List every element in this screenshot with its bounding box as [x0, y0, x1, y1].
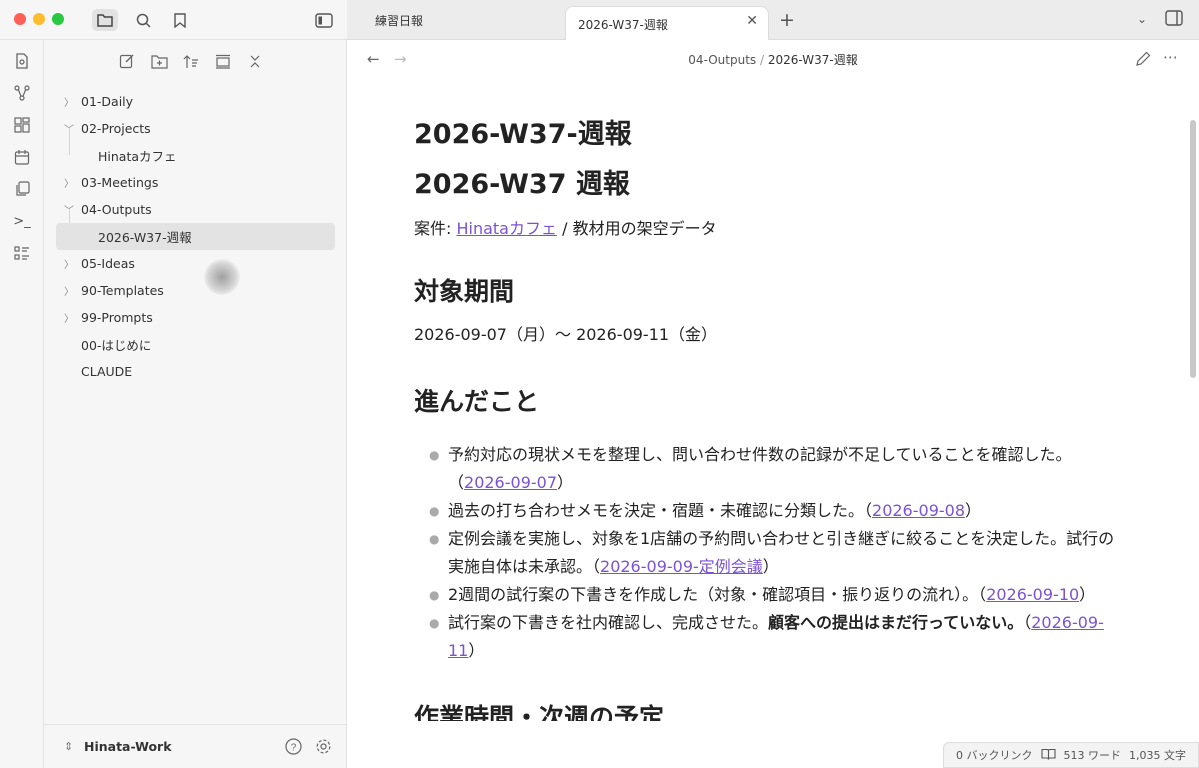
tab-bar: 練習日報 2026-W37-週報 ✕ + ⌄	[347, 0, 1199, 41]
chevron-right-icon: 〉	[64, 259, 74, 271]
heading-progress: 進んだこと	[414, 387, 540, 416]
folder-icon	[97, 14, 113, 27]
more-options-icon[interactable]: ⋯	[1163, 48, 1178, 66]
search-icon	[136, 13, 151, 28]
vault-switcher-icon[interactable]: ⇕	[64, 740, 73, 753]
list-item: ● 2週間の試行案の下書きを作成した（対象・確認項目・振り返りの流れ）。（2026…	[429, 585, 1096, 604]
date-link[interactable]: 2026-09-07	[464, 473, 557, 492]
titlebar	[0, 0, 347, 40]
tab-practice-daily[interactable]: 練習日報	[363, 0, 563, 40]
new-folder-icon[interactable]	[148, 50, 170, 72]
tree-folder-03-meetings[interactable]: 〉 03-Meetings	[44, 169, 347, 196]
project-line: 案件: Hinataカフェ / 教材用の架空データ	[414, 219, 717, 238]
list-item: ● 予約対応の現状メモを整理し、問い合わせ件数の記録が不足していることを確認した。…	[429, 445, 1072, 492]
terminal-icon[interactable]: >_	[12, 211, 32, 231]
files-view-button[interactable]	[92, 9, 118, 31]
editor-pane: ← → 04-Outputs / 2026-W37-週報 ⋯ 2026-W37-…	[347, 40, 1199, 768]
toggle-left-sidebar-button[interactable]	[311, 9, 337, 31]
edit-pencil-icon[interactable]	[1135, 51, 1151, 71]
file-explorer: 〉 01-Daily ﹀ 02-Projects Hinataカフェ 〉 03-Mee…	[44, 40, 347, 768]
word-count: 513 ワード	[1063, 749, 1122, 762]
bookmark-icon	[174, 12, 186, 28]
breadcrumb-folder[interactable]: 04-Outputs	[688, 53, 756, 67]
chevron-right-icon: 〉	[64, 97, 74, 109]
tab-label: 練習日報	[375, 13, 424, 28]
note-content: 2026-W37-週報 2026-W37 週報 案件: Hinataカフェ / …	[414, 110, 1124, 721]
tree-folder-90-templates[interactable]: 〉 90-Templates	[44, 277, 347, 304]
graph-view-icon[interactable]	[12, 83, 32, 103]
close-window-button[interactable]	[14, 13, 26, 25]
new-tab-button[interactable]: +	[779, 9, 795, 31]
tree-folder-01-daily[interactable]: 〉 01-Daily	[44, 88, 347, 115]
tree-file-2026-w37-weekly[interactable]: 2026-W37-週報	[56, 223, 335, 250]
heading-h1: 2026-W37 週報	[414, 169, 630, 200]
vault-name[interactable]: Hinata-Work	[84, 739, 172, 754]
backlinks-count[interactable]: 0 バックリンク	[956, 747, 1033, 763]
tree-folder-99-prompts[interactable]: 〉 99-Prompts	[44, 304, 347, 331]
mouse-cursor	[204, 259, 240, 295]
meeting-link[interactable]: 2026-09-09-定例会議	[600, 557, 763, 576]
date-link[interactable]: 2026-09-08	[872, 501, 965, 520]
period-text: 2026-09-07（月）〜 2026-09-11（金）	[414, 325, 718, 344]
project-link[interactable]: Hinataカフェ	[456, 219, 557, 238]
tree-file-hinata-cafe[interactable]: Hinataカフェ	[44, 142, 347, 169]
calendar-icon[interactable]	[12, 147, 32, 167]
collapse-all-icon[interactable]	[244, 50, 266, 72]
new-note-icon[interactable]	[116, 50, 138, 72]
tree-folder-05-ideas[interactable]: 〉 05-Ideas	[44, 250, 347, 277]
tree-file-00-hajimeni[interactable]: 00-はじめに	[44, 331, 347, 358]
heading-next-partial: 作業時間・次週の予定	[414, 703, 665, 721]
chevron-right-icon: 〉	[64, 313, 74, 325]
breadcrumb-separator: /	[756, 53, 768, 67]
settings-gear-icon[interactable]	[315, 738, 332, 759]
char-count: 1,035 文字	[1129, 749, 1186, 762]
tab-list-chevron-icon[interactable]: ⌄	[1137, 12, 1147, 26]
sidebar-toggle-icon	[315, 12, 333, 28]
chevron-down-icon: ﹀	[64, 124, 74, 136]
templates-icon[interactable]	[12, 179, 32, 199]
svg-text:?: ?	[291, 743, 297, 754]
tree-folder-04-outputs[interactable]: ﹀ 04-Outputs	[44, 196, 347, 223]
sidebar-toggle-icon	[1165, 10, 1183, 26]
chevron-right-icon: 〉	[64, 286, 74, 298]
list-item: ● 過去の打ち合わせメモを決定・宿題・未確認に分類した。（2026-09-08）	[429, 501, 982, 520]
zoom-window-button[interactable]	[52, 13, 64, 25]
canvas-icon[interactable]	[12, 115, 32, 135]
heading-period: 対象期間	[414, 277, 515, 306]
list-icon[interactable]	[12, 243, 32, 263]
chevron-down-icon: ﹀	[64, 205, 74, 217]
note-title[interactable]: 2026-W37-週報	[414, 110, 1124, 160]
chevron-right-icon: 〉	[64, 178, 74, 190]
sort-icon[interactable]	[180, 50, 202, 72]
close-tab-icon[interactable]: ✕	[746, 13, 758, 29]
reading-book-icon[interactable]	[1040, 748, 1056, 763]
tree-folder-02-projects[interactable]: ﹀ 02-Projects	[44, 115, 347, 142]
tab-label: 2026-W37-週報	[578, 17, 668, 32]
list-item: ● 試行案の下書きを社内確認し、完成させた。顧客への提出はまだ行っていない。（20…	[429, 613, 1104, 660]
open-today-icon[interactable]	[12, 51, 32, 71]
vault-footer: ⇕ Hinata-Work ?	[44, 724, 347, 768]
left-ribbon: >_	[0, 40, 44, 768]
list-item: ● 定例会議を実施し、対象を1店舗の予約問い合わせと引き継ぎに絞ることを決定した。…	[429, 529, 1115, 576]
help-icon[interactable]: ?	[285, 738, 302, 759]
bookmarks-button[interactable]	[167, 9, 193, 31]
status-bar: 0 バックリンク 513 ワード 1,035 文字	[943, 742, 1199, 768]
breadcrumb-file[interactable]: 2026-W37-週報	[768, 53, 858, 67]
minimize-window-button[interactable]	[33, 13, 45, 25]
tree-file-claude[interactable]: CLAUDE	[44, 358, 347, 385]
auto-reveal-icon[interactable]	[212, 50, 234, 72]
progress-list: ● 予約対応の現状メモを整理し、問い合わせ件数の記録が不足していることを確認した。…	[414, 441, 1124, 665]
view-header: ← → 04-Outputs / 2026-W37-週報 ⋯	[347, 40, 1199, 78]
date-link[interactable]: 2026-09-10	[986, 585, 1079, 604]
tab-weekly-report[interactable]: 2026-W37-週報 ✕	[565, 6, 769, 41]
scrollbar[interactable]	[1190, 120, 1196, 378]
app-window: 練習日報 2026-W37-週報 ✕ + ⌄ >_ 〉 01-Daily ﹀ 0…	[0, 0, 1199, 768]
toggle-right-sidebar-button[interactable]	[1165, 10, 1183, 30]
file-tree: 〉 01-Daily ﹀ 02-Projects Hinataカフェ 〉 03-Mee…	[44, 88, 347, 385]
search-button[interactable]	[130, 9, 156, 31]
breadcrumb: 04-Outputs / 2026-W37-週報	[347, 51, 1199, 68]
explorer-toolbar	[116, 50, 266, 72]
